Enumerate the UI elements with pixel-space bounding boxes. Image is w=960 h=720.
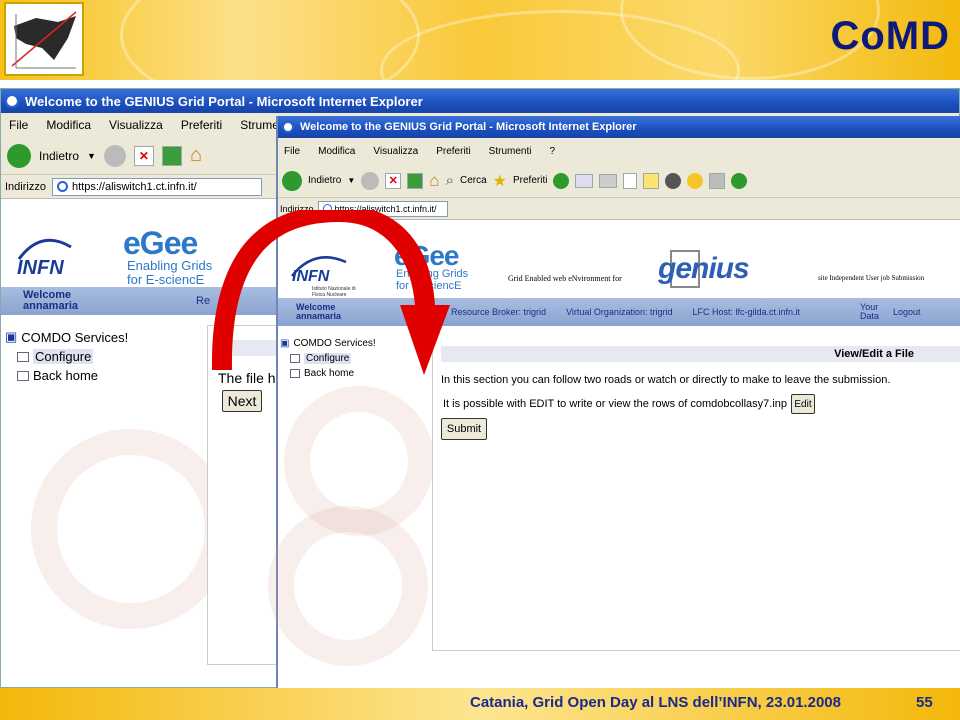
nav-logout[interactable]: Logout	[893, 307, 921, 317]
genius-tagline-left: Grid Enabled web eNvironment for	[508, 274, 622, 283]
favorites-star-icon[interactable]: ★	[493, 171, 507, 191]
front-toolbar: Indietro ▼ ✕ ⌂ ⌕ Cerca ★ Preferiti	[278, 164, 960, 198]
intro-text: In this section you can follow two roads…	[441, 374, 891, 386]
forward-arrow-icon[interactable]	[361, 171, 380, 190]
back-address-field[interactable]: https://aliswitch1.ct.infn.it/	[51, 177, 262, 196]
page-icon	[56, 181, 68, 192]
edit-description: It is possible with EDIT to write or vie…	[443, 398, 787, 410]
messenger-icon[interactable]	[731, 172, 748, 189]
stop-icon[interactable]: ✕	[133, 145, 154, 166]
back-button-label[interactable]: Indietro	[39, 149, 79, 163]
search-button-label[interactable]: Cerca	[460, 175, 487, 186]
document-icon	[17, 351, 29, 362]
egee-tagline: Enabling Grids for E-sciencE	[127, 259, 212, 287]
egee-tag-line1: Enabling Grids	[127, 258, 213, 273]
stop-icon[interactable]: ✕	[385, 172, 402, 189]
back-nav-partial[interactable]: Re	[196, 295, 210, 307]
refresh-icon[interactable]	[407, 172, 424, 189]
next-button[interactable]: Next	[222, 390, 262, 412]
front-window-titlebar[interactable]: Welcome to the GENIUS Grid Portal - Micr…	[278, 116, 960, 138]
front-window-title: Welcome to the GENIUS Grid Portal - Micr…	[300, 121, 637, 133]
address-label: Indirizzo	[5, 180, 46, 193]
watermark-circle	[268, 506, 428, 666]
menu-preferiti[interactable]: Preferiti	[181, 118, 222, 132]
search-icon[interactable]: ⌕	[446, 172, 454, 189]
genius-logo: genius	[656, 248, 750, 292]
tool-icon[interactable]	[709, 172, 726, 189]
refresh-icon[interactable]	[161, 145, 182, 166]
edit-icon[interactable]	[623, 172, 638, 189]
back-button-label[interactable]: Indietro	[308, 175, 341, 186]
menu-help[interactable]: ?	[549, 146, 555, 157]
home-icon[interactable]: ⌂	[429, 171, 439, 191]
close-circle-icon[interactable]	[665, 172, 682, 189]
menu-file[interactable]: File	[284, 146, 300, 157]
edit-button[interactable]: Edit	[791, 394, 815, 414]
back-welcome: Welcome annamaria	[1, 290, 78, 312]
watermark-circle	[31, 429, 231, 629]
computer-icon: ▣	[5, 329, 18, 344]
document-icon	[17, 370, 29, 381]
genius-tagline-right: site Independent User job Submission	[818, 274, 925, 282]
menu-preferiti[interactable]: Preferiti	[436, 146, 470, 157]
home-icon[interactable]: ⌂	[190, 144, 202, 167]
infn-logo: INFN	[11, 229, 81, 289]
menu-strumenti[interactable]: Strumenti	[489, 146, 532, 157]
slide-header-banner	[0, 0, 960, 80]
back-window-titlebar[interactable]: Welcome to the GENIUS Grid Portal - Micr…	[1, 89, 959, 113]
back-tree-backhome-label: Back home	[33, 368, 99, 383]
edit-row: It is possible with EDIT to write or vie…	[443, 394, 960, 414]
submit-button[interactable]: Submit	[441, 418, 487, 440]
nav-virtual-organization[interactable]: Virtual Organization: trigrid	[566, 307, 672, 317]
menu-modifica[interactable]: Modifica	[318, 146, 355, 157]
menu-visualizza[interactable]: Visualizza	[373, 146, 418, 157]
nav-lfc-host[interactable]: LFC Host: lfc-gilda.ct.infn.it	[692, 307, 800, 317]
back-tree-configure[interactable]: Configure	[17, 349, 128, 364]
forward-arrow-icon[interactable]	[103, 144, 126, 167]
back-tree-root-label: COMDO Services!	[21, 329, 129, 345]
slide-title: CoMD	[830, 14, 950, 58]
menu-visualizza[interactable]: Visualizza	[109, 118, 163, 132]
red-curved-arrow	[211, 210, 450, 375]
ie-icon	[282, 121, 294, 133]
front-menubar: File Modifica Visualizza Preferiti Strum…	[278, 138, 960, 164]
print-icon[interactable]	[599, 173, 618, 188]
egee-tag-line2: for E-sciencE	[127, 272, 205, 287]
ie-icon	[5, 94, 19, 108]
back-arrow-icon[interactable]	[282, 170, 302, 191]
smiley-icon[interactable]	[687, 172, 704, 189]
back-tree-root[interactable]: ▣ COMDO Services!	[5, 329, 128, 345]
mail-icon[interactable]	[575, 173, 594, 188]
section-header: View/Edit a File	[441, 346, 960, 362]
back-welcome-line2: annamaria	[23, 300, 79, 312]
footer-text: Catania, Grid Open Day al LNS dell’INFN,…	[470, 694, 841, 711]
history-icon[interactable]	[553, 172, 570, 189]
genius-logo-text: genius	[658, 252, 750, 285]
front-browser-window: Welcome to the GENIUS Grid Portal - Micr…	[268, 116, 960, 688]
favorites-button-label[interactable]: Preferiti	[513, 175, 547, 186]
back-tree-backhome[interactable]: Back home	[17, 368, 128, 383]
menu-file[interactable]: File	[9, 118, 28, 132]
nav-your-data-line2: Data	[860, 311, 880, 321]
note-icon[interactable]	[643, 172, 660, 189]
front-content-panel: View/Edit a File In this section you can…	[432, 336, 960, 651]
back-window-title: Welcome to the GENIUS Grid Portal - Micr…	[25, 93, 423, 109]
infn-label: INFN	[17, 257, 64, 279]
sicily-logo	[4, 2, 84, 76]
page-number: 55	[916, 694, 933, 711]
back-address-text: https://aliswitch1.ct.infn.it/	[71, 180, 197, 193]
back-tree: ▣ COMDO Services! Configure Back home	[5, 329, 128, 383]
menu-modifica[interactable]: Modifica	[46, 118, 91, 132]
egee-logo: eGee	[123, 225, 198, 261]
back-arrow-icon[interactable]	[7, 143, 31, 168]
nav-your-data[interactable]: Your Data	[860, 303, 879, 321]
back-tree-configure-label: Configure	[33, 349, 94, 364]
dropdown-icon[interactable]: ▼	[87, 151, 96, 161]
dropdown-icon[interactable]: ▼	[347, 176, 355, 185]
